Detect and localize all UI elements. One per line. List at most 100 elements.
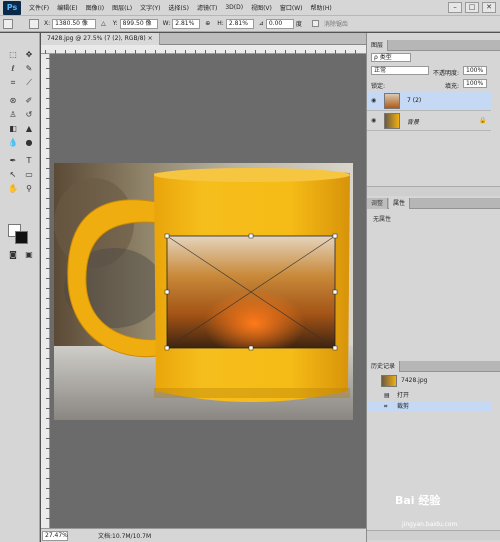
- menu-bar: Ps 文件(F) 编辑(E) 图像(I) 图层(L) 文字(Y) 选择(S) 滤…: [0, 0, 500, 16]
- menu-image[interactable]: 图像(I): [86, 3, 104, 12]
- fill-label: 填充:: [445, 83, 460, 90]
- width-field[interactable]: 2.81%: [172, 18, 201, 29]
- transform-tool-icon[interactable]: [3, 18, 13, 29]
- tab-layers[interactable]: 图层: [367, 40, 389, 51]
- visibility-eye-icon[interactable]: ◉: [371, 98, 379, 104]
- x-position-field[interactable]: 1380.50 像: [52, 18, 97, 29]
- watermark-url: jingyan.baidu.com: [402, 521, 458, 528]
- marquee-tool-icon[interactable]: ⬚: [6, 49, 20, 61]
- fill-field[interactable]: 100%: [463, 79, 487, 88]
- history-item-crop[interactable]: ⌗ 裁剪: [367, 401, 491, 412]
- move-tool-icon[interactable]: ✥: [22, 49, 36, 61]
- options-bar: X: 1380.50 像 △ Y: 899.50 像 W: 2.81% ⊕ H:…: [0, 16, 500, 32]
- tab-adjustments[interactable]: 调整: [367, 198, 389, 209]
- history-item-label: 打开: [397, 392, 410, 399]
- photoshop-logo: Ps: [3, 0, 21, 15]
- quick-mask-icon[interactable]: ◙: [6, 249, 20, 261]
- layer-name[interactable]: 7 (2): [407, 97, 421, 104]
- placed-image-layer[interactable]: [164, 233, 338, 351]
- angle-field[interactable]: 0.00: [265, 18, 294, 29]
- y-label: Y:: [112, 20, 118, 27]
- hand-tool-icon[interactable]: ✋: [6, 183, 20, 195]
- opacity-label: 不透明度:: [433, 70, 460, 77]
- layers-panel-footer: [367, 186, 500, 196]
- eyedropper-tool-icon[interactable]: ⟋: [22, 77, 36, 89]
- zoom-tool-icon[interactable]: ⚲: [22, 183, 36, 195]
- restore-button[interactable]: □: [465, 2, 479, 13]
- reference-point-icon[interactable]: [29, 18, 39, 29]
- right-panel-dock: 图层 ρ 类型 正常 不透明度: 100% 锁定: 填充: 100% ◉ 7 (…: [366, 33, 500, 542]
- document-tab[interactable]: 7428.jpg @ 27.5% (7 (2), RGB/8) ×: [41, 33, 160, 45]
- dodge-tool-icon[interactable]: ●: [22, 137, 36, 149]
- vertical-ruler: [41, 54, 50, 528]
- menu-3d[interactable]: 3D(D): [225, 4, 243, 11]
- menu-window[interactable]: 窗口(W): [280, 3, 303, 12]
- layer-row-background[interactable]: ◉ 背景 🔒: [367, 112, 491, 131]
- lasso-tool-icon[interactable]: ℓ: [6, 63, 20, 75]
- history-brush-icon[interactable]: ↺: [22, 109, 36, 121]
- menu-select[interactable]: 选择(S): [168, 3, 189, 12]
- paint-bucket-icon[interactable]: ▲: [22, 123, 36, 135]
- tools-panel: ⬚ ✥ ℓ ✎ ⌗ ⟋ ⊛ ✐ ♙ ↺ ◧ ▲ 💧 ● ✒ T ↖ ▭ ✋ ⚲ …: [0, 33, 40, 542]
- visibility-eye-icon[interactable]: ◉: [371, 118, 379, 124]
- menu-view[interactable]: 视图(V): [251, 3, 272, 12]
- lock-label: 锁定:: [371, 83, 386, 90]
- layer-name[interactable]: 背景: [407, 117, 419, 126]
- tab-history[interactable]: 历史记录: [367, 361, 401, 372]
- warp-checkbox[interactable]: [311, 20, 319, 27]
- angle-icon: ⊿: [258, 20, 264, 27]
- snapshot-name: 7428.jpg: [401, 377, 428, 384]
- open-doc-icon: ▤: [384, 392, 390, 399]
- menu-help[interactable]: 帮助(H): [311, 3, 332, 12]
- layer-filter-select[interactable]: ρ 类型: [371, 53, 411, 62]
- crop-tool-icon[interactable]: ⌗: [6, 77, 20, 89]
- no-properties-text: 无属性: [373, 216, 392, 223]
- height-field[interactable]: 2.81%: [225, 18, 254, 29]
- spot-heal-tool-icon[interactable]: ⊛: [6, 95, 20, 107]
- properties-panel-tabbar: 调整 属性: [367, 198, 500, 209]
- menu-filter[interactable]: 滤镜(T): [197, 3, 217, 12]
- history-panel-tabbar: 历史记录: [367, 361, 500, 372]
- history-snapshot[interactable]: 7428.jpg: [367, 374, 491, 388]
- blur-tool-icon[interactable]: 💧: [6, 137, 20, 149]
- link-icon[interactable]: ⊕: [205, 20, 210, 27]
- document-canvas[interactable]: [54, 163, 353, 420]
- menu-edit[interactable]: 编辑(E): [57, 3, 77, 12]
- type-tool-icon[interactable]: T: [22, 155, 36, 167]
- y-position-field[interactable]: 899.50 像: [119, 18, 158, 29]
- history-item-open[interactable]: ▤ 打开: [367, 390, 491, 401]
- baidu-watermark: Bai 经验: [395, 492, 440, 508]
- background-color-swatch[interactable]: [15, 231, 28, 244]
- opacity-field[interactable]: 100%: [463, 66, 487, 75]
- screen-mode-icon[interactable]: ▣: [22, 249, 36, 261]
- horizontal-ruler: [41, 45, 366, 54]
- zoom-level-field[interactable]: 27.47%: [42, 530, 68, 541]
- h-label: H:: [217, 20, 224, 27]
- layer-thumbnail: [384, 113, 400, 129]
- blend-mode-select[interactable]: 正常: [371, 66, 429, 75]
- eraser-tool-icon[interactable]: ◧: [6, 123, 20, 135]
- minimize-button[interactable]: –: [448, 2, 462, 13]
- brush-tool-icon[interactable]: ✐: [22, 95, 36, 107]
- tab-properties[interactable]: 属性: [389, 198, 411, 209]
- pen-tool-icon[interactable]: ✒: [6, 155, 20, 167]
- layer-row-7-2[interactable]: ◉ 7 (2): [367, 92, 491, 111]
- document-info[interactable]: 文档:10.7M/10.7M: [98, 531, 151, 540]
- delta-icon: △: [101, 20, 106, 27]
- stamp-tool-icon[interactable]: ♙: [6, 109, 20, 121]
- status-bar: 27.47% 文档:10.7M/10.7M: [41, 528, 366, 542]
- baidu-logo: Bai 经验: [395, 494, 441, 507]
- w-label: W:: [162, 20, 171, 27]
- history-item-label: 裁剪: [397, 403, 410, 410]
- quick-select-icon[interactable]: ✎: [22, 63, 36, 75]
- history-panel-footer: [367, 530, 500, 540]
- shape-tool-icon[interactable]: ▭: [22, 169, 36, 181]
- menu-type[interactable]: 文字(Y): [140, 3, 160, 12]
- angle-unit: 度: [295, 21, 302, 28]
- menu-file[interactable]: 文件(F): [29, 3, 49, 12]
- path-select-icon[interactable]: ↖: [6, 169, 20, 181]
- menu-layer[interactable]: 图层(L): [112, 3, 132, 12]
- warp-label: 消除锯齿: [323, 21, 348, 28]
- x-label: X:: [44, 20, 51, 27]
- close-button[interactable]: ✕: [482, 2, 496, 13]
